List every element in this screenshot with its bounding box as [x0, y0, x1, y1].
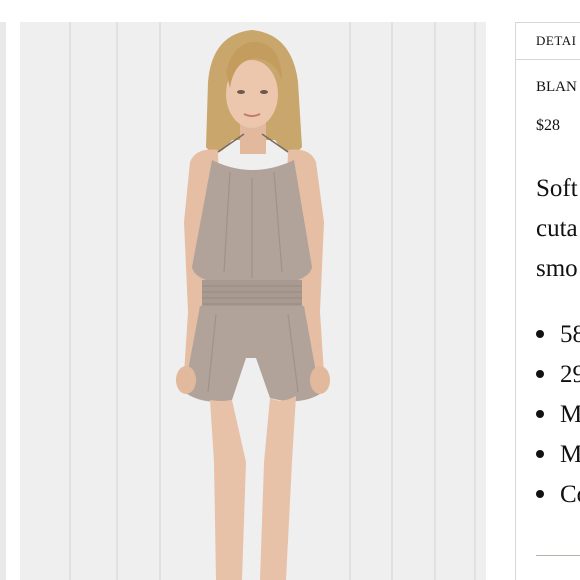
feature-text: 29 — [560, 361, 580, 388]
bullet-icon — [536, 450, 544, 458]
tab-details[interactable]: DETAI — [516, 23, 580, 60]
divider — [536, 555, 580, 556]
list-item: 29 — [536, 355, 580, 395]
model-romper-image — [20, 22, 486, 580]
product-description: Soft cuta smo — [536, 169, 580, 289]
tab-details-label: DETAI — [536, 33, 577, 48]
list-item: Co — [536, 475, 580, 515]
description-line: Soft — [536, 175, 578, 202]
feature-text: Co — [560, 481, 580, 508]
feature-text: M — [560, 441, 580, 468]
product-name: BLAN — [536, 79, 577, 95]
product-page: DETAI BLAN $28 Soft cuta smo 58 29 M M C… — [0, 0, 580, 580]
previous-image-edge[interactable] — [0, 22, 6, 580]
bullet-icon — [536, 490, 544, 498]
feature-list: 58 29 M M Co — [536, 315, 580, 515]
description-line: smo — [536, 255, 578, 282]
product-price: $28 — [536, 117, 560, 134]
feature-text: 58 — [560, 321, 580, 348]
description-line: cuta — [536, 215, 578, 242]
feature-text: M — [560, 401, 580, 428]
product-details-panel: DETAI BLAN $28 Soft cuta smo 58 29 M M C… — [515, 22, 580, 580]
list-item: 58 — [536, 315, 580, 355]
list-item: M — [536, 395, 580, 435]
product-photo[interactable] — [20, 22, 486, 580]
bullet-icon — [536, 410, 544, 418]
bullet-icon — [536, 330, 544, 338]
bullet-icon — [536, 370, 544, 378]
list-item: M — [536, 435, 580, 475]
